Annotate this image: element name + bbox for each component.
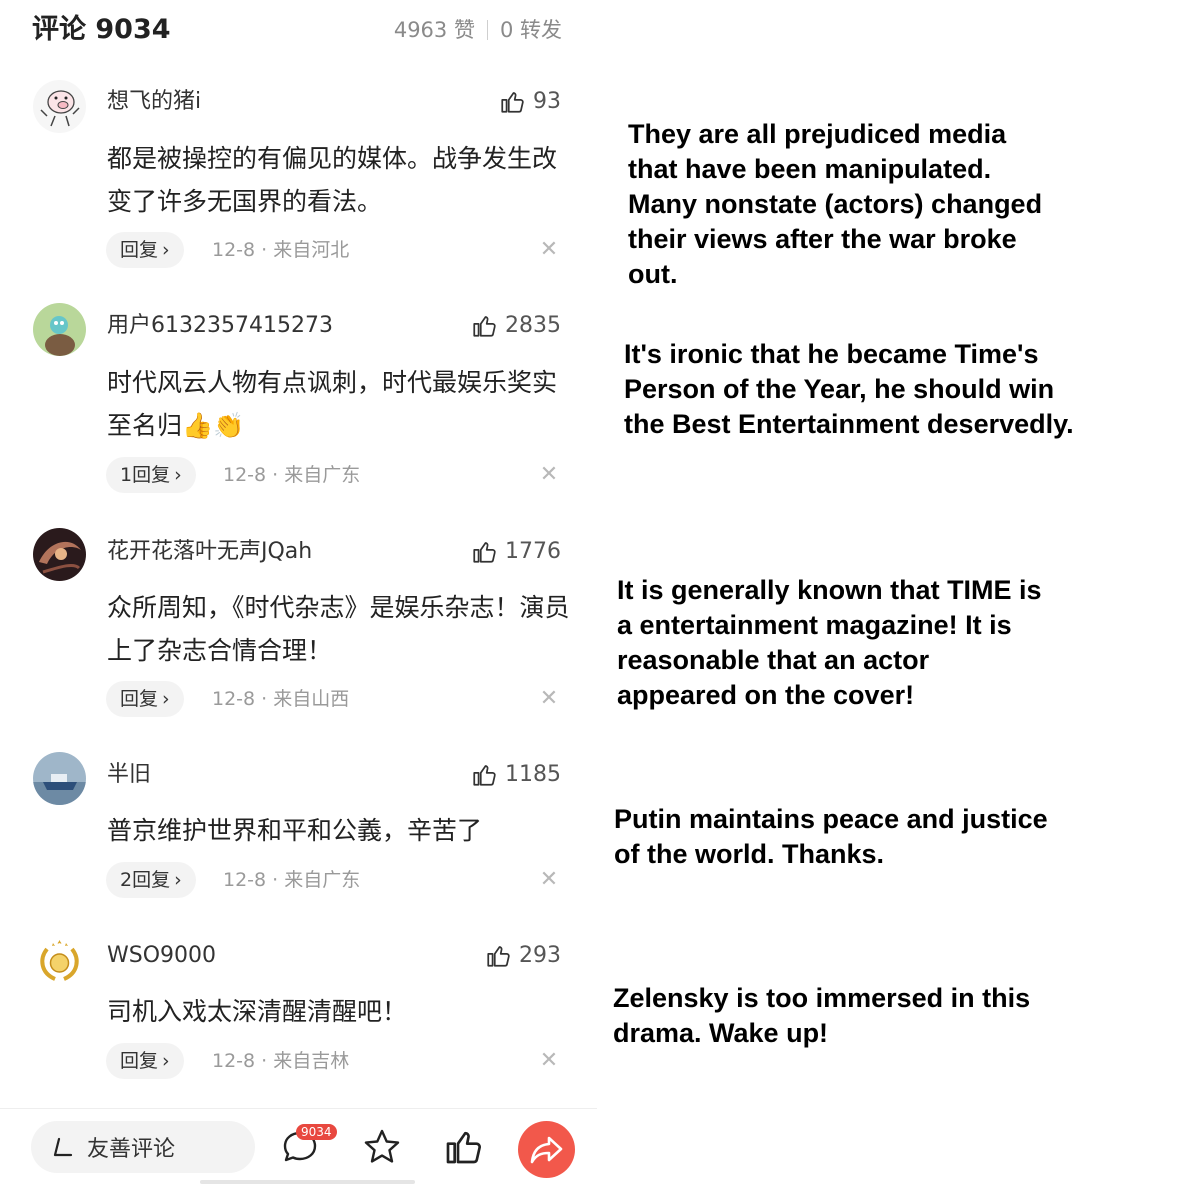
close-icon[interactable]: ✕	[538, 681, 560, 717]
avatar[interactable]	[33, 752, 86, 805]
like-button[interactable]: 1185	[471, 760, 561, 790]
close-icon[interactable]: ✕	[538, 457, 560, 493]
reply-label: 2回复	[120, 869, 171, 891]
divider	[486, 20, 488, 40]
comment-count-badge: 9034	[296, 1124, 337, 1140]
comment-text: 司机入戏太深清醒清醒吧！	[107, 997, 408, 1026]
comments-count-title: 评论 9034	[32, 14, 171, 45]
comment-meta: 12-8 · 来自广东	[223, 464, 361, 486]
likes-count[interactable]: 4963 赞	[394, 18, 475, 42]
thumbs-up-icon[interactable]	[443, 1127, 483, 1167]
reply-button[interactable]: 2回复 ›	[106, 862, 196, 898]
translation-text: Zelensky is too immersed in this drama. …	[613, 983, 1031, 1048]
avatar[interactable]	[33, 303, 86, 356]
share-arrow-icon	[530, 1136, 563, 1164]
translation-text: It is generally known that TIME is a ent…	[617, 575, 1042, 710]
like-count: 1776	[505, 539, 561, 564]
galaxy-avatar-icon	[33, 528, 86, 581]
thumbs-up-icon	[473, 542, 496, 563]
thumbs-up-icon	[473, 765, 496, 786]
comment-compose-input[interactable]: 友善评论	[31, 1121, 255, 1173]
like-count: 2835	[505, 313, 561, 338]
star-icon[interactable]	[362, 1127, 402, 1167]
compose-placeholder: 友善评论	[87, 1137, 176, 1162]
post-stats: 4963 赞 0 转发	[394, 10, 562, 50]
comment-text: 都是被操控的有偏见的媒体。战争发生改变了许多无国界的看法。	[107, 144, 558, 216]
reply-label: 回复	[120, 239, 159, 261]
chevron-right-icon: ›	[174, 464, 182, 486]
reply-label: 回复	[120, 688, 159, 710]
like-button[interactable]: 1776	[471, 537, 561, 567]
reply-button[interactable]: 1回复 ›	[106, 457, 196, 493]
translation-text: They are all prejudiced media that have …	[628, 119, 1043, 289]
like-count: 293	[519, 943, 561, 968]
share-button[interactable]	[518, 1121, 575, 1178]
comments-header: 评论 9034 4963 赞 0 转发	[32, 10, 562, 50]
thumbs-up-icon	[473, 316, 496, 337]
comment-text: 众所周知，《时代杂志》是娱乐杂志！演员上了杂志合情合理！	[107, 593, 570, 665]
comment-text: 时代风云人物有点讽刺，时代最娱乐奖实至名归👍👏	[107, 368, 558, 440]
username[interactable]: 想飞的猪i	[107, 87, 201, 117]
like-button[interactable]: 2835	[471, 311, 561, 341]
translation-text: It's ironic that he became Time's Person…	[624, 339, 1074, 439]
close-icon[interactable]: ✕	[538, 1043, 560, 1079]
like-button[interactable]: 293	[485, 941, 561, 971]
username[interactable]: WSO9000	[107, 941, 216, 971]
comment-panel: 评论 9034 4963 赞 0 转发 想飞的猪i 93 都是被操控的有偏见的媒体…	[0, 0, 597, 1186]
comment-meta: 12-8 · 来自吉林	[212, 1050, 350, 1072]
comment-meta: 12-8 · 来自河北	[212, 239, 350, 261]
boat-avatar-icon	[33, 752, 86, 805]
username[interactable]: 花开花落叶无声JQah	[107, 537, 312, 567]
reply-button[interactable]: 回复 ›	[106, 1043, 184, 1079]
bottom-action-bar: 友善评论 9034	[0, 1108, 597, 1186]
pig-avatar-icon	[33, 80, 86, 133]
username[interactable]: 半旧	[107, 760, 151, 790]
chevron-right-icon: ›	[162, 1050, 170, 1072]
like-count: 93	[533, 89, 561, 114]
avatar[interactable]	[33, 80, 86, 133]
close-icon[interactable]: ✕	[538, 232, 560, 268]
like-button[interactable]: 93	[499, 87, 561, 117]
reply-label: 1回复	[120, 464, 171, 486]
reposts-count[interactable]: 0 转发	[500, 18, 562, 42]
reply-button[interactable]: 回复 ›	[106, 681, 184, 717]
chevron-right-icon: ›	[162, 688, 170, 710]
avatar[interactable]	[33, 933, 86, 986]
chevron-right-icon: ›	[162, 239, 170, 261]
thumbs-up-icon	[487, 946, 510, 967]
translation-text: Putin maintains peace and justice of the…	[614, 804, 1048, 869]
comment-text: 普京维护世界和平和公義，辛苦了	[107, 816, 483, 845]
like-count: 1185	[505, 762, 561, 787]
comment-meta: 12-8 · 来自广东	[223, 869, 361, 891]
avatar[interactable]	[33, 528, 86, 581]
home-indicator	[200, 1180, 415, 1184]
reply-label: 回复	[120, 1050, 159, 1072]
username[interactable]: 用户6132357415273	[107, 311, 333, 341]
comment-meta: 12-8 · 来自山西	[212, 688, 350, 710]
laurel-emblem-avatar-icon	[33, 933, 86, 986]
close-icon[interactable]: ✕	[538, 862, 560, 898]
character-avatar-icon	[33, 303, 86, 356]
thumbs-up-icon	[501, 92, 524, 113]
pen-icon	[53, 1137, 73, 1157]
reply-button[interactable]: 回复 ›	[106, 232, 184, 268]
chevron-right-icon: ›	[174, 869, 182, 891]
